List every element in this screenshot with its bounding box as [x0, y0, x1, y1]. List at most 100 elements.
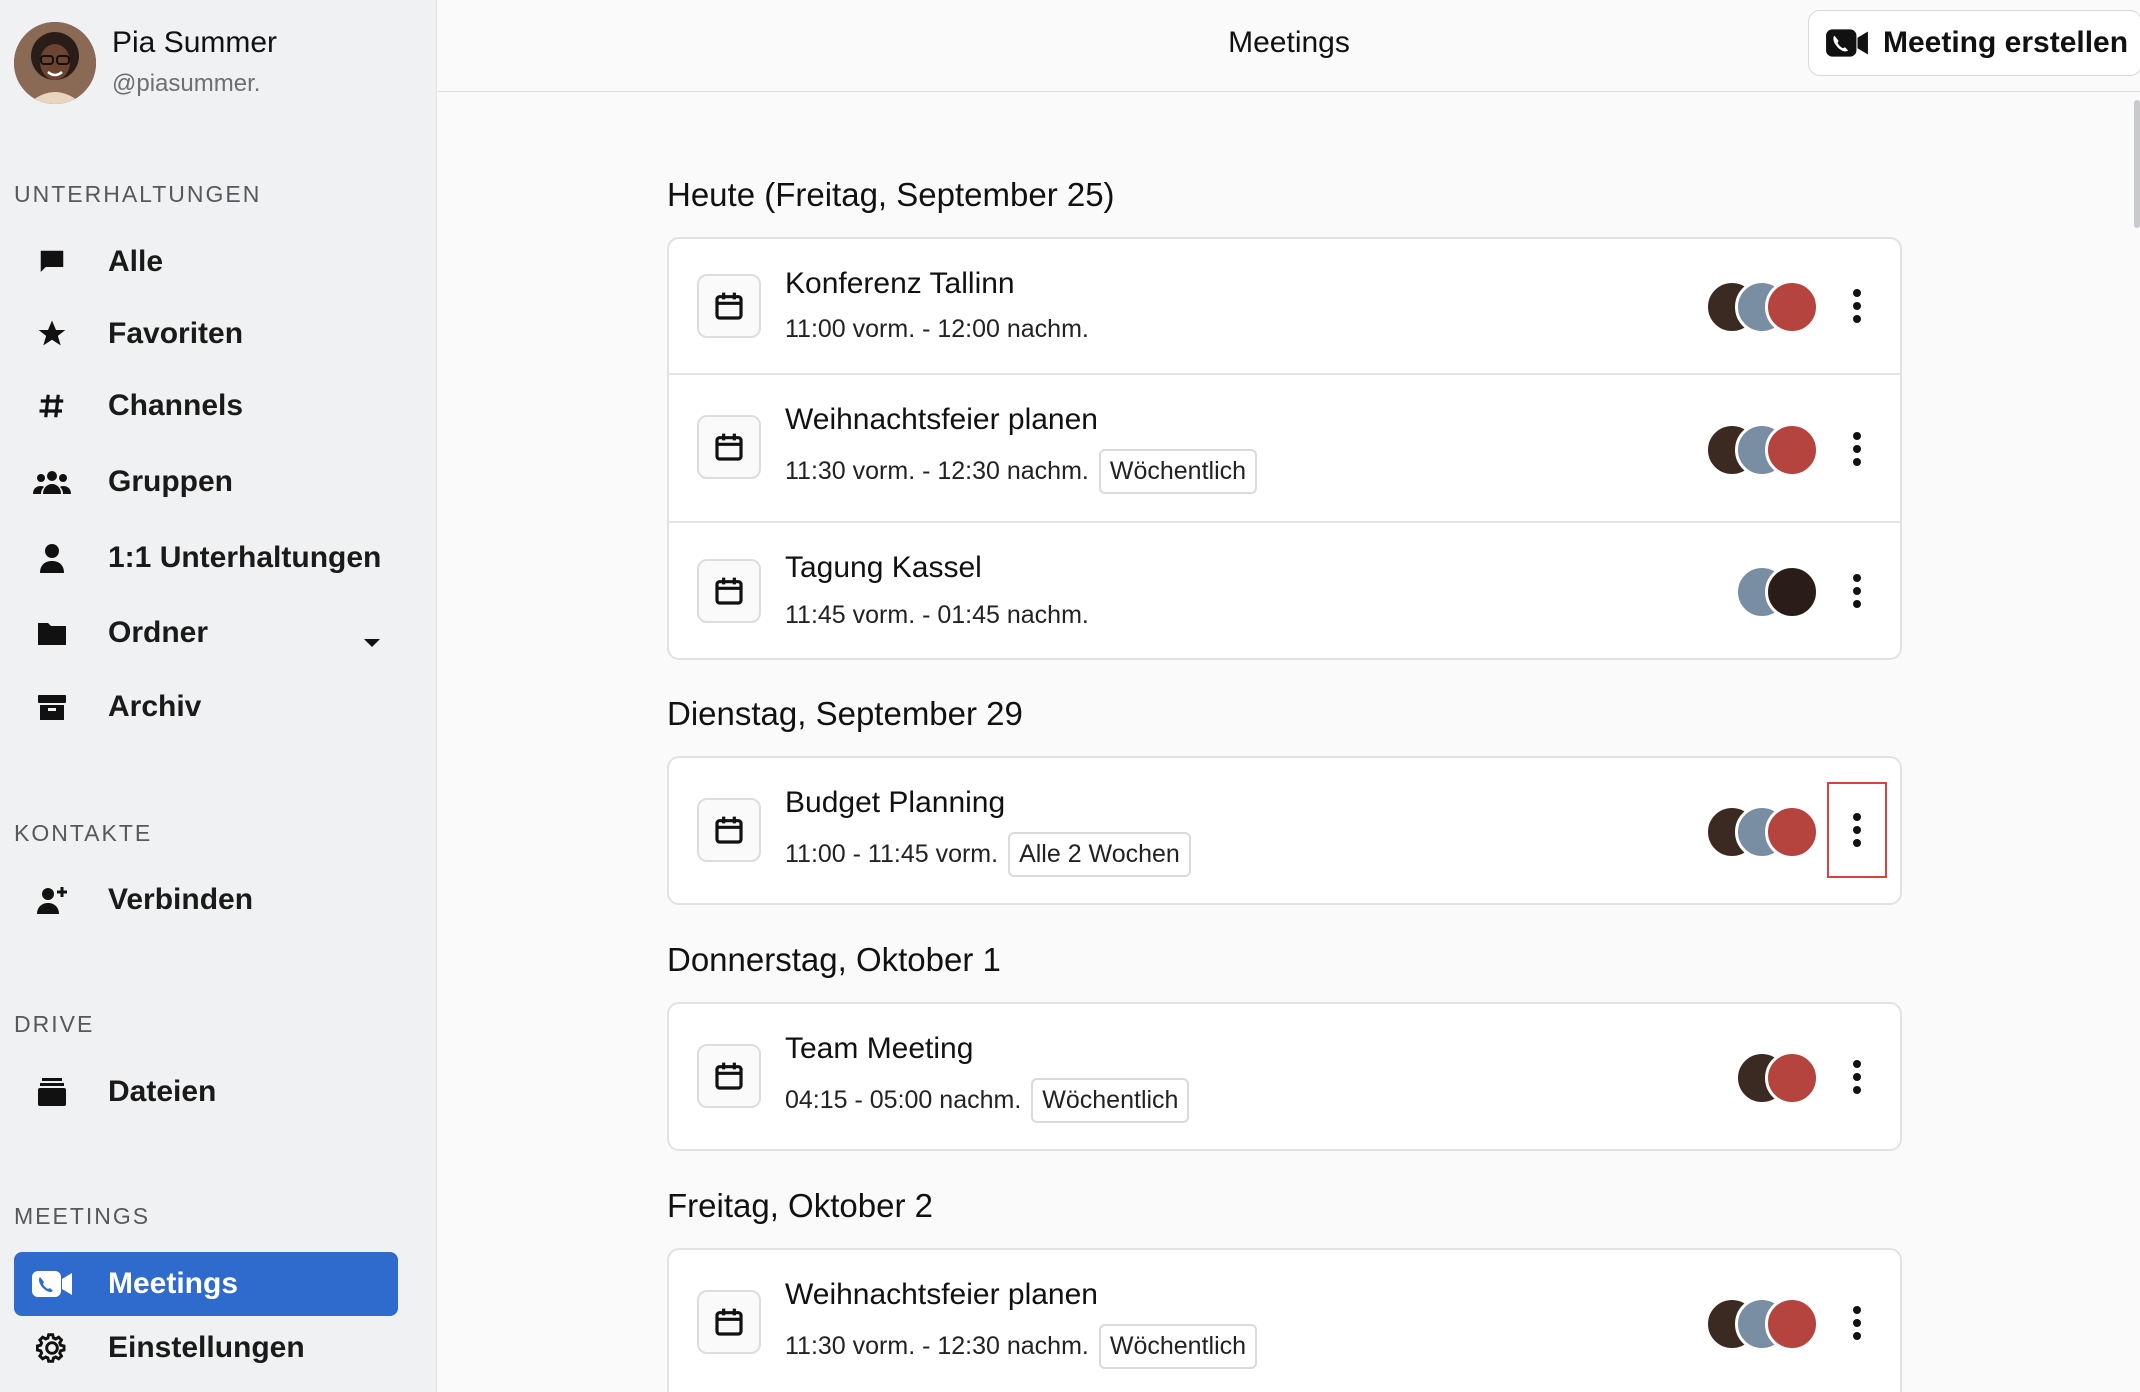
sidebar-item-files[interactable]: Dateien: [14, 1060, 398, 1124]
meeting-time: 11:00 vorm. - 12:00 nachm.: [785, 315, 1089, 344]
recurrence-badge: Alle 2 Wochen: [1008, 832, 1191, 877]
avatar: [14, 22, 96, 104]
day-title: Freitag, Oktober 2: [667, 1187, 933, 1224]
sidebar-item-connect[interactable]: Verbinden: [14, 868, 398, 932]
meeting-row[interactable]: Konferenz Tallinn 11:00 vorm. - 12:00 na…: [669, 239, 1900, 373]
sidebar-item-label: Gruppen: [108, 465, 233, 498]
sidebar-item-channels[interactable]: Channels: [14, 374, 398, 438]
section-title-conversations: UNTERHALTUNGEN: [14, 181, 262, 207]
chat-bubble-icon: [30, 240, 74, 284]
meeting-time: 11:45 vorm. - 01:45 nachm.: [785, 601, 1089, 630]
video-call-icon: [1825, 25, 1869, 61]
sidebar-item-label: Verbinden: [108, 883, 254, 916]
more-options-button[interactable]: [1835, 284, 1879, 328]
sidebar-item-favorites[interactable]: Favoriten: [14, 302, 398, 366]
meeting-time-text: 11:00 - 11:45 vorm.: [785, 840, 999, 868]
participant-avatars: [1705, 805, 1825, 859]
day-title: Dienstag, September 29: [667, 695, 1023, 732]
section-title-meetings: MEETINGS: [14, 1203, 151, 1229]
sidebar-item-settings[interactable]: Einstellungen: [14, 1316, 398, 1380]
profile-name: Pia Summer: [112, 26, 278, 59]
section-title-drive: DRIVE: [14, 1011, 95, 1037]
sidebar-item-folders[interactable]: Ordner: [14, 601, 398, 665]
meeting-title: Weihnachtsfeier planen: [785, 403, 1098, 436]
calendar-icon: [697, 1044, 761, 1108]
sidebar: Pia Summer @piasummer. UNTERHALTUNGEN Al…: [0, 0, 437, 1392]
day-card: Team Meeting 04:15 - 05:00 nachm. Wöchen…: [667, 1002, 1902, 1151]
recurrence-badge: Wöchentlich: [1031, 1078, 1190, 1123]
participant-avatars: [1735, 1051, 1825, 1105]
person-icon: [30, 536, 74, 580]
day-card: Budget Planning 11:00 - 11:45 vorm. Alle…: [667, 756, 1902, 905]
hash-icon: [30, 384, 74, 428]
avatar: [1765, 1051, 1819, 1105]
sidebar-item-label: Meetings: [108, 1267, 239, 1300]
day-card: Weihnachtsfeier planen 11:30 vorm. - 12:…: [667, 1248, 1902, 1392]
folder-icon: [30, 611, 74, 655]
files-icon: [30, 1070, 74, 1114]
scrollbar[interactable]: [2134, 100, 2140, 228]
meeting-row[interactable]: Team Meeting 04:15 - 05:00 nachm. Wöchen…: [669, 1004, 1900, 1149]
more-options-button[interactable]: [1835, 1301, 1879, 1345]
create-meeting-button[interactable]: Meeting erstellen: [1808, 10, 2140, 76]
avatar: [1765, 280, 1819, 334]
participant-avatars: [1705, 280, 1825, 334]
day-card: Konferenz Tallinn 11:00 vorm. - 12:00 na…: [667, 237, 1902, 660]
sidebar-item-label: Channels: [108, 389, 244, 422]
meeting-title: Konferenz Tallinn: [785, 267, 1015, 300]
meeting-row[interactable]: Weihnachtsfeier planen 11:30 vorm. - 12:…: [669, 373, 1900, 521]
app-window: Pia Summer @piasummer. UNTERHALTUNGEN Al…: [0, 0, 2140, 1392]
participant-avatars: [1735, 565, 1825, 619]
section-title-contacts: KONTAKTE: [14, 820, 153, 846]
group-icon: [30, 460, 74, 504]
more-options-button[interactable]: [1835, 569, 1879, 613]
avatar: [1765, 423, 1819, 477]
sidebar-item-label: Archiv: [108, 690, 202, 723]
more-options-button[interactable]: [1835, 1055, 1879, 1099]
meeting-time-text: 11:30 vorm. - 12:30 nachm.: [785, 457, 1089, 485]
calendar-icon: [697, 415, 761, 479]
sidebar-item-all[interactable]: Alle: [14, 230, 398, 294]
sidebar-item-direct-messages[interactable]: 1:1 Unterhaltungen: [14, 526, 398, 590]
chevron-down-icon[interactable]: [362, 623, 382, 657]
calendar-icon: [697, 798, 761, 862]
meeting-row[interactable]: Weihnachtsfeier planen 11:30 vorm. - 12:…: [669, 1250, 1900, 1392]
sidebar-item-archive[interactable]: Archiv: [14, 675, 398, 739]
sidebar-item-label: Favoriten: [108, 317, 244, 350]
sidebar-item-groups[interactable]: Gruppen: [14, 450, 398, 514]
meeting-row[interactable]: Budget Planning 11:00 - 11:45 vorm. Alle…: [669, 758, 1900, 903]
meeting-title: Weihnachtsfeier planen: [785, 1278, 1098, 1311]
recurrence-badge: Wöchentlich: [1098, 1324, 1258, 1369]
more-options-button[interactable]: [1835, 427, 1879, 471]
calendar-icon: [697, 559, 761, 623]
day-title: Donnerstag, Oktober 1: [667, 941, 1001, 978]
sidebar-item-label: Dateien: [108, 1075, 217, 1108]
calendar-icon: [697, 1290, 761, 1354]
sidebar-item-label: Alle: [108, 245, 164, 278]
more-options-button[interactable]: [1827, 782, 1887, 878]
participant-avatars: [1705, 1297, 1825, 1351]
create-meeting-label: Meeting erstellen: [1883, 26, 2129, 59]
add-person-icon: [30, 878, 74, 922]
sidebar-item-meetings[interactable]: Meetings: [14, 1252, 398, 1316]
gear-icon: [30, 1326, 74, 1370]
avatar: [1765, 805, 1819, 859]
meeting-title: Tagung Kassel: [785, 551, 982, 584]
meeting-time: 11:30 vorm. - 12:30 nachm. Wöchentlich: [785, 1324, 1258, 1369]
meeting-time: 11:00 - 11:45 vorm. Alle 2 Wochen: [785, 832, 1191, 877]
participant-avatars: [1705, 423, 1825, 477]
profile-handle: @piasummer.: [112, 70, 261, 97]
meeting-row[interactable]: Tagung Kassel 11:45 vorm. - 01:45 nachm.: [669, 521, 1900, 658]
user-profile[interactable]: Pia Summer @piasummer.: [14, 22, 277, 104]
star-icon: [30, 312, 74, 356]
sidebar-item-label: Einstellungen: [108, 1331, 305, 1364]
avatar: [1765, 565, 1819, 619]
calendar-icon: [697, 274, 761, 338]
sidebar-item-label: 1:1 Unterhaltungen: [108, 541, 382, 574]
meeting-time-text: 11:30 vorm. - 12:30 nachm.: [785, 1332, 1089, 1360]
video-call-icon: [30, 1262, 74, 1306]
top-header: Meetings Meeting erstellen: [438, 0, 2140, 92]
recurrence-badge: Wöchentlich: [1098, 449, 1258, 494]
sidebar-item-label: Ordner: [108, 616, 209, 649]
meeting-time: 11:30 vorm. - 12:30 nachm. Wöchentlich: [785, 449, 1258, 494]
